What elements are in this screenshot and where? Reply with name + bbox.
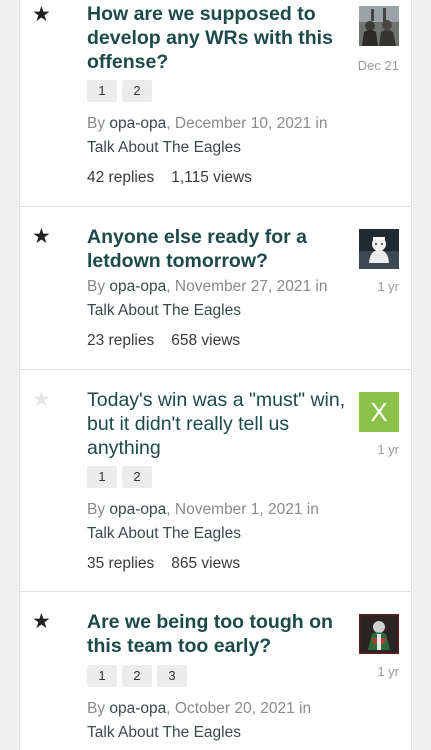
pagination: 1 2 xyxy=(87,466,152,488)
star-icon[interactable]: ★ xyxy=(32,610,54,632)
forum-link[interactable]: Talk About The Eagles xyxy=(87,724,241,741)
page-button[interactable]: 1 xyxy=(87,80,117,102)
topic-stats: 23 replies 658 views xyxy=(87,331,240,351)
last-activity: 1 yr xyxy=(377,442,399,457)
pagination: 1 2 xyxy=(87,80,152,102)
topic-list: ★ How are we supposed to develop any WRs… xyxy=(19,0,412,750)
page-button[interactable]: 2 xyxy=(122,665,152,687)
topic-date: November 27, 2021 xyxy=(174,278,312,295)
avatar[interactable]: X xyxy=(359,392,399,432)
topic-meta: By opa-opa, December 10, 2021 in Talk Ab… xyxy=(87,115,328,156)
by-label: By xyxy=(87,700,106,717)
topic-date: November 1, 2021 xyxy=(174,501,303,518)
by-label: By xyxy=(87,501,106,518)
by-label: By xyxy=(87,278,106,295)
star-icon[interactable]: ★ xyxy=(32,3,54,25)
page-button[interactable]: 1 xyxy=(87,665,117,687)
page-button[interactable]: 1 xyxy=(87,466,117,488)
topic-title[interactable]: How are we supposed to develop any WRs w… xyxy=(87,2,347,74)
topic-row[interactable]: ★ How are we supposed to develop any WRs… xyxy=(20,0,411,207)
topic-stats: 35 replies 865 views xyxy=(87,554,240,574)
forum-link[interactable]: Talk About The Eagles xyxy=(87,525,241,542)
star-icon[interactable]: ★ xyxy=(32,225,54,247)
topic-meta: By opa-opa, October 20, 2021 in Talk Abo… xyxy=(87,700,312,741)
topic-date: December 10, 2021 xyxy=(174,115,312,132)
views-count: 865 views xyxy=(171,555,241,572)
topic-meta: By opa-opa, November 1, 2021 in Talk Abo… xyxy=(87,501,319,542)
last-activity: 1 yr xyxy=(377,664,399,679)
topic-title[interactable]: Are we being too tough on this team too … xyxy=(87,610,347,658)
last-activity: Dec 21 xyxy=(357,58,399,73)
topic-row[interactable]: ★ Anyone else ready for a letdown tomorr… xyxy=(20,207,411,370)
replies-count: 23 replies xyxy=(87,332,155,349)
page-button[interactable]: 3 xyxy=(157,665,187,687)
topic-meta: By opa-opa, November 27, 2021 in Talk Ab… xyxy=(87,278,328,319)
in-label: in xyxy=(315,115,328,132)
topic-stats: 42 replies 1,115 views xyxy=(87,168,252,188)
topic-row[interactable]: ★ Today's win was a "must" win, but it d… xyxy=(20,370,411,592)
by-label: By xyxy=(87,115,106,132)
in-label: in xyxy=(315,278,328,295)
forum-link[interactable]: Talk About The Eagles xyxy=(87,139,241,156)
author-link[interactable]: opa-opa xyxy=(109,700,166,717)
avatar[interactable] xyxy=(359,614,399,654)
topic-title[interactable]: Anyone else ready for a letdown tomorrow… xyxy=(87,225,347,273)
page-button[interactable]: 2 xyxy=(122,80,152,102)
in-label: in xyxy=(306,501,319,518)
replies-count: 35 replies xyxy=(87,555,155,572)
author-link[interactable]: opa-opa xyxy=(109,278,166,295)
forum-link[interactable]: Talk About The Eagles xyxy=(87,302,241,319)
author-link[interactable]: opa-opa xyxy=(109,115,166,132)
avatar[interactable] xyxy=(359,229,399,269)
topic-title[interactable]: Today's win was a "must" win, but it did… xyxy=(87,388,347,460)
author-link[interactable]: opa-opa xyxy=(109,501,166,518)
views-count: 1,115 views xyxy=(171,169,252,186)
topic-date: October 20, 2021 xyxy=(174,700,295,717)
last-activity: 1 yr xyxy=(377,279,399,294)
views-count: 658 views xyxy=(171,332,241,349)
star-icon[interactable]: ★ xyxy=(32,388,54,410)
page-button[interactable]: 2 xyxy=(122,466,152,488)
replies-count: 42 replies xyxy=(87,169,155,186)
avatar[interactable] xyxy=(359,6,399,46)
topic-row[interactable]: ★ Are we being too tough on this team to… xyxy=(20,592,411,750)
pagination: 1 2 3 xyxy=(87,665,187,687)
in-label: in xyxy=(299,700,312,717)
